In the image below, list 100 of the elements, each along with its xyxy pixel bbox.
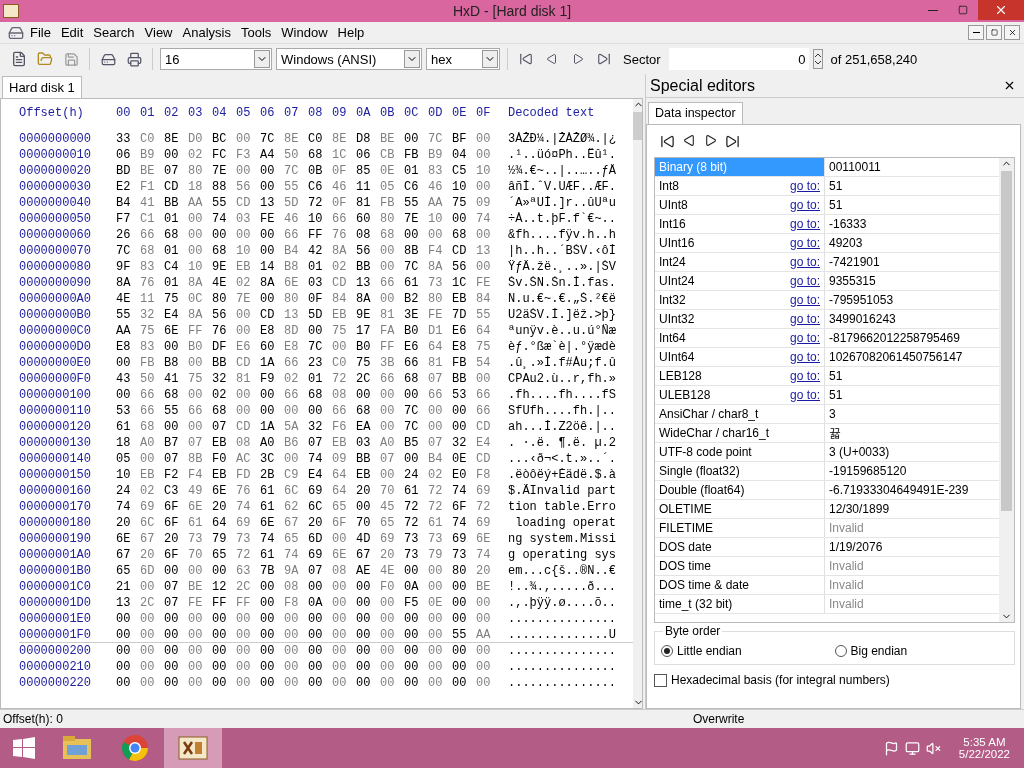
field-value: 3 [828, 406, 837, 423]
inspector-tab[interactable]: Data inspector [648, 102, 743, 124]
clock[interactable]: 5:35 AM 5/22/2022 [958, 736, 1010, 760]
spin-button[interactable] [812, 49, 823, 69]
minimize-button[interactable] [968, 25, 984, 40]
charset-dropdown[interactable]: Windows (ANSI) [276, 48, 422, 70]
offset-cell-text: 0000000100 [19, 388, 92, 402]
field-name-cell[interactable]: UInt64 go to: [655, 348, 825, 366]
hex-basis-option[interactable]: Hexadecimal basis (for integral numbers) [654, 673, 1015, 687]
field-name-cell[interactable]: UInt32 go to: [655, 310, 825, 328]
field-name-cell[interactable]: Int24 go to: [655, 253, 825, 271]
field-name-cell[interactable]: Int8 go to: [655, 177, 825, 195]
go-to-link[interactable]: go to: [789, 255, 820, 269]
go-to-link[interactable]: go to: [789, 198, 820, 212]
scroll-thumb[interactable] [1001, 171, 1012, 511]
last-icon[interactable] [725, 134, 740, 149]
field-name-cell[interactable]: DOS time & date [655, 576, 825, 594]
field-name-cell[interactable]: time_t (32 bit) [655, 595, 825, 613]
byte-cell-text: 69 [236, 516, 252, 530]
field-name-cell[interactable]: Single (float32) [655, 462, 825, 480]
go-to-link[interactable]: go to: [789, 236, 820, 250]
field-name-cell[interactable]: FILETIME [655, 519, 825, 537]
checkbox[interactable] [654, 673, 667, 687]
byte-cell-text: 6E [260, 516, 276, 530]
go-to-link[interactable]: go to: [789, 369, 820, 383]
byte-cell-text: AC [236, 452, 252, 466]
bytes-per-row-dropdown[interactable]: 16 [160, 48, 272, 70]
byte-cell-text: 3B [380, 356, 396, 370]
go-to-link[interactable]: go to: [789, 350, 820, 364]
field-name-cell[interactable]: UInt24 go to: [655, 272, 825, 290]
byte-cell-text: B6 [284, 436, 300, 450]
menu-item[interactable]: Window [277, 23, 332, 42]
byte-cell-text: 8A [188, 308, 204, 322]
spin-arrows-icon [813, 52, 822, 66]
scroll-thumb[interactable] [633, 112, 642, 140]
byte-cell-text: 65 [332, 500, 348, 514]
byte-cell-text: 00 [188, 676, 204, 690]
decoded-text: loading operat [514, 516, 618, 530]
field-name-cell[interactable]: OLETIME [655, 500, 825, 518]
field-name-cell[interactable]: Double (float64) [655, 481, 825, 499]
byte-cell-text: 00 [452, 660, 468, 674]
folder-icon [62, 735, 92, 761]
radio-option[interactable]: Big endian [834, 644, 1008, 658]
menu-item[interactable]: Edit [56, 23, 88, 42]
close-icon [1007, 28, 1017, 37]
menu-item[interactable]: View [140, 23, 177, 42]
close-button[interactable] [1003, 79, 1016, 92]
first-icon[interactable] [660, 134, 675, 149]
mode-dropdown[interactable]: hex [426, 48, 500, 70]
restore-icon [990, 29, 998, 36]
volume-muted-icon[interactable] [925, 740, 941, 756]
go-to-link[interactable]: go to: [789, 274, 820, 288]
previous-icon[interactable] [683, 134, 696, 147]
byte-cell-text: 00 [404, 452, 420, 466]
flag-icon[interactable] [883, 740, 899, 756]
close-button[interactable] [1004, 25, 1020, 40]
decoded-text: N.u.€~.€.„Š.²€ë [508, 292, 618, 306]
browser-icon [121, 734, 149, 762]
scrollbar[interactable] [633, 99, 642, 708]
field-name-cell[interactable]: DOS time [655, 557, 825, 575]
go-to-link[interactable]: go to: [789, 179, 820, 193]
document-tab[interactable]: Hard disk 1 [2, 76, 82, 98]
menu-item[interactable]: Help [333, 23, 369, 42]
network-icon[interactable] [904, 740, 920, 756]
scrollbar[interactable] [999, 158, 1014, 622]
decoded-text: .û¸.»Í.f#Àu;f.û [508, 356, 618, 370]
menu-item[interactable]: Tools [236, 23, 276, 42]
field-name-cell[interactable]: Int16 go to: [655, 215, 825, 233]
field-name-cell[interactable]: LEB128 go to: [655, 367, 825, 385]
sector-field[interactable]: 0 [668, 48, 809, 70]
field-name-cell[interactable]: AnsiChar / char8_t [655, 405, 825, 423]
menu-item[interactable]: Analysis [178, 23, 235, 42]
go-to-link[interactable]: go to: [789, 217, 820, 231]
byte-cell-text: 00 [284, 404, 300, 418]
byte-cell-text: 66 [140, 404, 156, 418]
field-name-cell[interactable]: WideChar / char16_t [655, 424, 825, 442]
byte-cell-text: 1A [260, 420, 276, 434]
next-icon[interactable] [704, 134, 717, 147]
go-to-link[interactable]: go to: [789, 331, 820, 345]
go-to-link[interactable]: go to: [789, 388, 820, 402]
go-to-link[interactable]: go to: [789, 312, 820, 326]
byte-cell-text: DF [212, 340, 228, 354]
menu-item[interactable]: File [26, 23, 55, 42]
field-name-cell[interactable]: ULEB128 go to: [655, 386, 825, 404]
radio-option[interactable]: Little endian [661, 644, 835, 658]
field-name-cell[interactable]: Int32 go to: [655, 291, 825, 309]
byte-cell-text: 83 [140, 260, 156, 274]
byte-cell-text: C3 [164, 484, 180, 498]
field-name-cell[interactable]: DOS date [655, 538, 825, 556]
byte-cell-text: 72 [332, 372, 348, 386]
byte-cell-text: 02 [332, 260, 348, 274]
byte-cell-text: 55 [116, 308, 132, 322]
byte-cell-text: 69 [476, 516, 492, 530]
field-name-cell[interactable]: UInt8 go to: [655, 196, 825, 214]
field-name-cell[interactable]: UInt16 go to: [655, 234, 825, 252]
field-name-cell[interactable]: Int64 go to: [655, 329, 825, 347]
field-name-cell[interactable]: UTF-8 code point [655, 443, 825, 461]
menu-item[interactable]: Search [89, 23, 139, 42]
go-to-link[interactable]: go to: [789, 293, 820, 307]
taskbar-app[interactable] [164, 728, 222, 768]
